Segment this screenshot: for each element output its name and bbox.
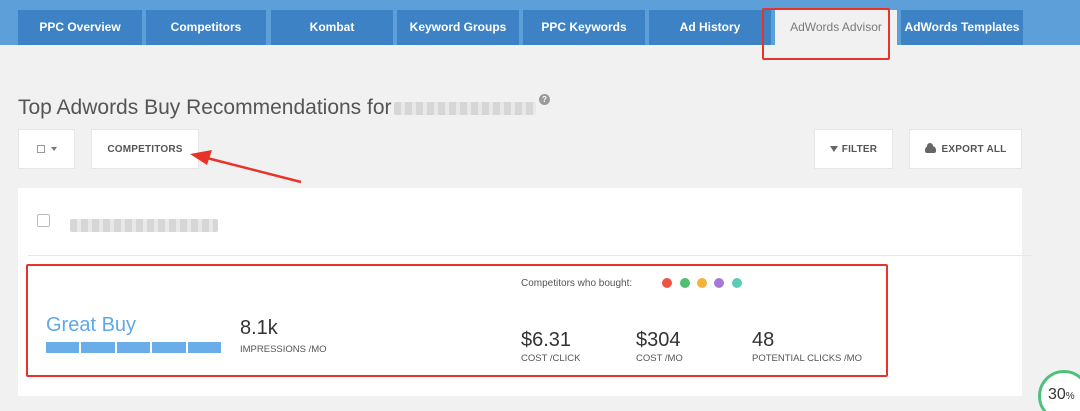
competitor-dot[interactable] (697, 278, 707, 288)
competitor-dot[interactable] (732, 278, 742, 288)
tab-ad-history[interactable]: Ad History (649, 10, 771, 45)
row-select-checkbox[interactable] (37, 214, 50, 227)
cost-per-month-label: COST /MO (636, 353, 683, 364)
gauge-value: 30% (1048, 386, 1075, 403)
cost-per-month-value: $304 (636, 329, 681, 351)
help-icon[interactable]: ? (539, 94, 550, 105)
divider (28, 255, 1031, 256)
competitor-dot[interactable] (662, 278, 672, 288)
cost-per-click-label: COST /CLICK (521, 353, 581, 364)
progress-gauge: 30% (1038, 370, 1080, 411)
tab-ppc-overview[interactable]: PPC Overview (18, 10, 142, 45)
advertiser-link[interactable]: Great Buy (46, 314, 136, 337)
caret-down-icon (50, 147, 57, 151)
page-title: Top Adwords Buy Recommendations for (18, 96, 536, 120)
export-all-label: EXPORT ALL (941, 143, 1007, 155)
potential-clicks-value: 48 (752, 329, 775, 351)
tab-keyword-groups[interactable]: Keyword Groups (397, 10, 519, 45)
filter-button-label: FILTER (841, 143, 878, 155)
tab-ppc-keywords[interactable]: PPC Keywords (523, 10, 645, 45)
competitor-dot[interactable] (714, 278, 724, 288)
strength-bar (46, 342, 222, 353)
page-title-text: Top Adwords Buy Recommendations for (18, 96, 392, 119)
competitors-bought-label: Competitors who bought: (521, 278, 633, 289)
competitors-button-label: COMPETITORS (107, 143, 183, 155)
nav-tab-bar: PPC Overview Competitors Kombat Keyword … (0, 0, 1080, 45)
tab-adwords-templates[interactable]: AdWords Templates (901, 10, 1023, 45)
tab-adwords-advisor[interactable]: AdWords Advisor (775, 10, 897, 45)
bulk-select-dropdown[interactable] (18, 129, 75, 169)
export-all-button[interactable]: EXPORT ALL (909, 129, 1022, 169)
impressions-value: 8.1k (240, 317, 278, 339)
competitor-dot[interactable] (680, 278, 690, 288)
checkbox-icon (36, 145, 45, 153)
redacted-domain (70, 219, 218, 232)
tab-competitors[interactable]: Competitors (146, 10, 266, 45)
cost-per-click-value: $6.31 (521, 329, 572, 351)
redacted-domain (393, 101, 536, 115)
filter-icon (829, 146, 838, 152)
tab-kombat[interactable]: Kombat (271, 10, 393, 45)
filter-button[interactable]: FILTER (814, 129, 893, 169)
impressions-label: IMPRESSIONS /MO (240, 344, 327, 355)
potential-clicks-label: POTENTIAL CLICKS /MO (752, 353, 862, 364)
competitors-button[interactable]: COMPETITORS (91, 129, 199, 169)
cloud-download-icon (924, 142, 936, 153)
